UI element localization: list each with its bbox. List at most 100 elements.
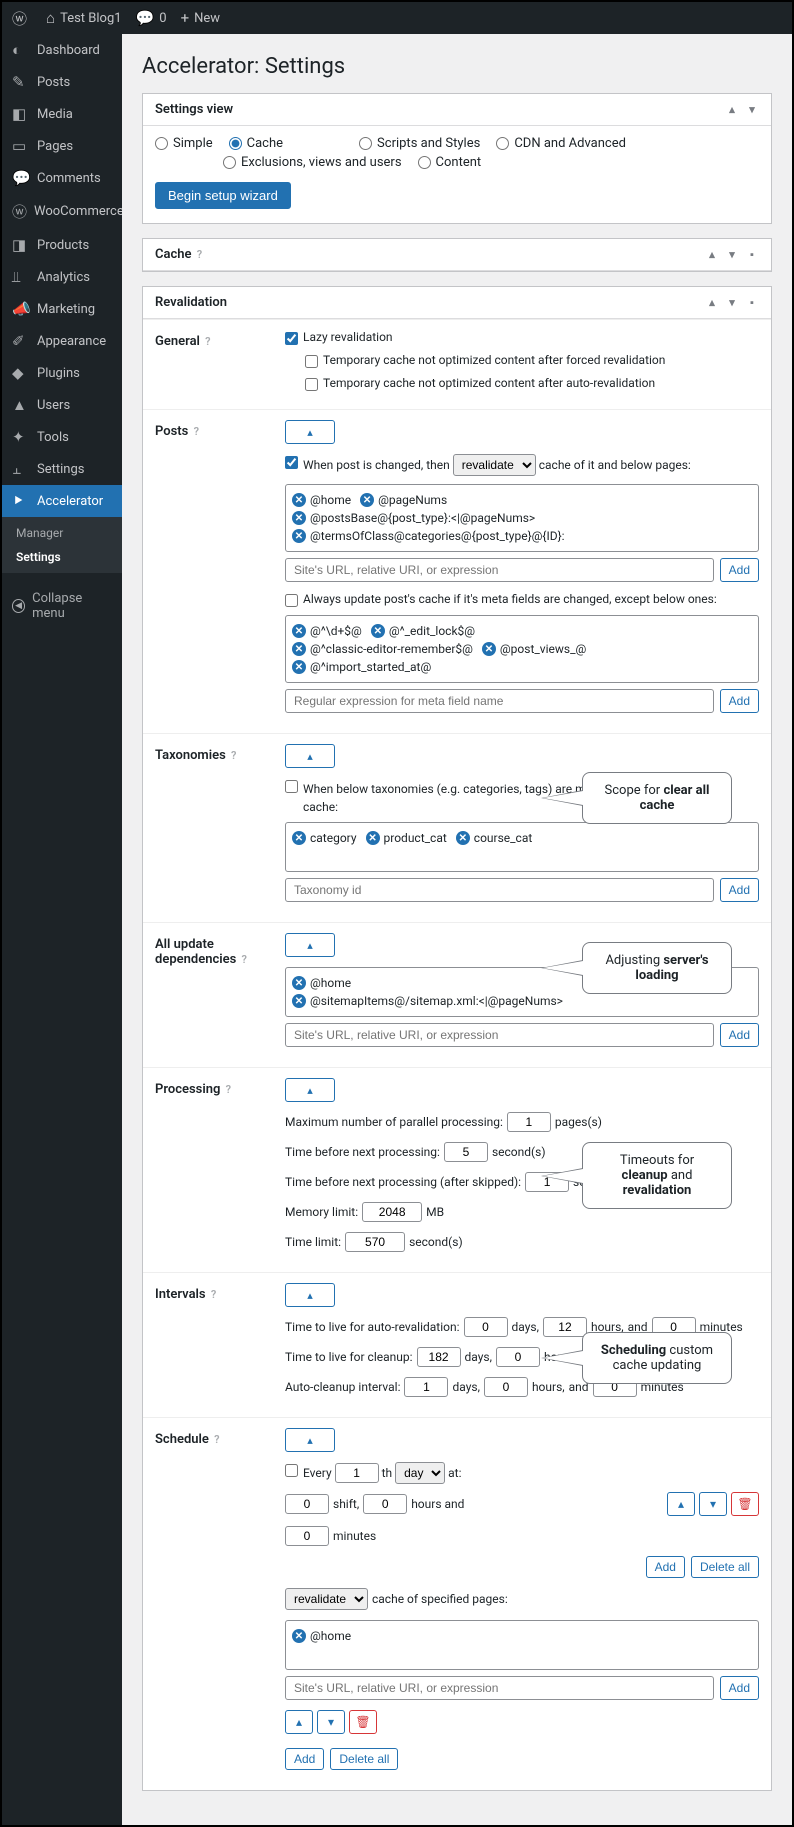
remove-tag-icon[interactable]: ✕ xyxy=(292,511,306,525)
submenu-manager[interactable]: Manager xyxy=(2,521,122,545)
comments-link[interactable]: 💬0 xyxy=(136,9,167,27)
remove-tag-icon[interactable]: ✕ xyxy=(292,831,306,845)
radio-content[interactable]: Content xyxy=(418,155,482,170)
ttl-auto-hours[interactable] xyxy=(543,1317,587,1337)
mem-input[interactable] xyxy=(362,1202,422,1222)
sidebar-item-appearance[interactable]: ✐Appearance xyxy=(2,325,122,357)
collapse-button[interactable]: ▴ xyxy=(285,1428,335,1452)
collapse-button[interactable]: ▴ xyxy=(285,1078,335,1102)
sidebar-item-pages[interactable]: ▭Pages xyxy=(2,130,122,162)
help-icon[interactable]: ? xyxy=(214,1433,219,1446)
move-up-button[interactable]: ▴ xyxy=(285,1710,313,1734)
chevron-down-icon[interactable]: ▾ xyxy=(725,248,739,262)
delete-button[interactable]: 🗑 xyxy=(731,1492,759,1516)
chevron-up-icon[interactable]: ▴ xyxy=(705,296,719,310)
submenu-settings[interactable]: Settings xyxy=(2,545,122,569)
ttl-clean-days[interactable] xyxy=(417,1347,461,1367)
add-button[interactable]: Add xyxy=(720,878,759,902)
add-button[interactable]: Add xyxy=(285,1748,324,1770)
deps-input[interactable] xyxy=(285,1023,714,1047)
schedule-action-select[interactable]: revalidate xyxy=(285,1588,368,1610)
remove-tag-icon[interactable]: ✕ xyxy=(292,529,306,543)
help-icon[interactable]: ? xyxy=(242,953,247,966)
posts-url-input[interactable] xyxy=(285,558,714,582)
time-limit-input[interactable] xyxy=(345,1232,405,1252)
help-icon[interactable]: ? xyxy=(197,248,202,261)
radio-exclusions[interactable]: Exclusions, views and users xyxy=(223,155,402,170)
post-action-select[interactable]: revalidate xyxy=(453,454,536,476)
radio-cdn[interactable]: CDN and Advanced xyxy=(496,136,626,151)
remove-tag-icon[interactable]: ✕ xyxy=(371,624,385,638)
new-link[interactable]: +New xyxy=(181,9,220,27)
drag-icon[interactable]: ▪ xyxy=(745,248,759,262)
remove-tag-icon[interactable]: ✕ xyxy=(482,642,496,656)
remove-tag-icon[interactable]: ✕ xyxy=(456,831,470,845)
sidebar-item-settings[interactable]: ⫠Settings xyxy=(2,453,122,485)
radio-scripts[interactable]: Scripts and Styles xyxy=(359,136,480,151)
always-update-checkbox[interactable] xyxy=(285,594,298,607)
delete-all-button[interactable]: Delete all xyxy=(330,1748,398,1770)
tmp2-checkbox[interactable] xyxy=(305,378,318,391)
sidebar-item-analytics[interactable]: ⫫Analytics xyxy=(2,261,122,293)
schedule-url-input[interactable] xyxy=(285,1676,714,1700)
site-link[interactable]: ⌂Test Blog1 xyxy=(46,9,122,27)
remove-tag-icon[interactable]: ✕ xyxy=(292,642,306,656)
sidebar-item-accelerator[interactable]: ⯈Accelerator xyxy=(2,485,122,517)
sidebar-item-media[interactable]: ◧Media xyxy=(2,98,122,130)
time-next-input[interactable] xyxy=(444,1142,488,1162)
chevron-down-icon[interactable]: ▾ xyxy=(725,296,739,310)
move-down-button[interactable]: ▾ xyxy=(699,1492,727,1516)
ttl-clean-hours[interactable] xyxy=(496,1347,540,1367)
help-icon[interactable]: ? xyxy=(226,1083,231,1096)
sidebar-item-tools[interactable]: ✦Tools xyxy=(2,421,122,453)
help-icon[interactable]: ? xyxy=(205,335,210,348)
period-select[interactable]: day xyxy=(395,1462,445,1484)
begin-wizard-button[interactable]: Begin setup wizard xyxy=(155,182,291,209)
help-icon[interactable]: ? xyxy=(231,749,236,762)
when-post-checkbox[interactable] xyxy=(285,456,298,469)
remove-tag-icon[interactable]: ✕ xyxy=(366,831,380,845)
remove-tag-icon[interactable]: ✕ xyxy=(292,660,306,674)
delete-all-button[interactable]: Delete all xyxy=(691,1556,759,1578)
auto-clean-hours[interactable] xyxy=(484,1377,528,1397)
lazy-checkbox[interactable] xyxy=(285,332,298,345)
drag-icon[interactable]: ▪ xyxy=(745,296,759,310)
add-button[interactable]: Add xyxy=(720,1023,759,1047)
radio-cache[interactable]: Cache xyxy=(229,136,283,151)
remove-tag-icon[interactable]: ✕ xyxy=(292,624,306,638)
collapse-button[interactable]: ▴ xyxy=(285,933,335,957)
radio-simple[interactable]: Simple xyxy=(155,136,213,151)
remove-tag-icon[interactable]: ✕ xyxy=(360,493,374,507)
chevron-up-icon[interactable]: ▴ xyxy=(705,248,719,262)
chevron-up-icon[interactable]: ▴ xyxy=(725,103,739,117)
tax-checkbox[interactable] xyxy=(285,780,298,793)
shift-input[interactable] xyxy=(285,1494,329,1514)
posts-meta-input[interactable] xyxy=(285,689,714,713)
remove-tag-icon[interactable]: ✕ xyxy=(292,976,306,990)
max-parallel-input[interactable] xyxy=(507,1112,551,1132)
collapse-menu[interactable]: ◀Collapse menu xyxy=(2,583,122,629)
add-button[interactable]: Add xyxy=(646,1556,685,1578)
delete-button[interactable]: 🗑 xyxy=(349,1710,377,1734)
wp-logo[interactable]: ⓦ xyxy=(12,8,32,29)
ttl-auto-days[interactable] xyxy=(464,1317,508,1337)
tax-input[interactable] xyxy=(285,878,714,902)
remove-tag-icon[interactable]: ✕ xyxy=(292,994,306,1008)
sidebar-item-users[interactable]: ▲Users xyxy=(2,389,122,421)
sidebar-item-marketing[interactable]: 📣Marketing xyxy=(2,293,122,325)
sidebar-item-products[interactable]: ◨Products xyxy=(2,229,122,261)
hours-input[interactable] xyxy=(363,1494,407,1514)
sidebar-item-posts[interactable]: ✎Posts xyxy=(2,66,122,98)
remove-tag-icon[interactable]: ✕ xyxy=(292,1629,306,1643)
every-n-input[interactable] xyxy=(335,1463,379,1483)
add-button[interactable]: Add xyxy=(720,1676,759,1700)
remove-tag-icon[interactable]: ✕ xyxy=(292,493,306,507)
chevron-down-icon[interactable]: ▾ xyxy=(745,103,759,117)
add-button[interactable]: Add xyxy=(720,558,759,582)
collapse-button[interactable]: ▴ xyxy=(285,744,335,768)
sidebar-item-dashboard[interactable]: ◐Dashboard xyxy=(2,34,122,66)
sidebar-item-woocommerce[interactable]: ⓦWooCommerce xyxy=(2,194,122,229)
tmp1-checkbox[interactable] xyxy=(305,355,318,368)
help-icon[interactable]: ? xyxy=(194,425,199,438)
help-icon[interactable]: ? xyxy=(211,1288,216,1301)
